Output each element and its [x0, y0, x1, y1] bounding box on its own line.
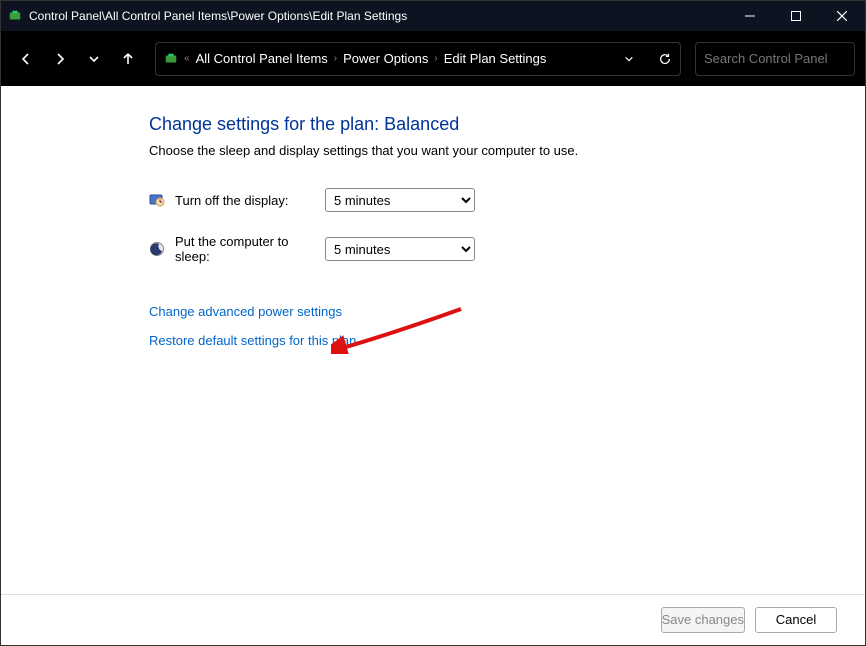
sleep-icon	[149, 241, 165, 257]
forward-button[interactable]	[45, 44, 75, 74]
search-box[interactable]	[695, 42, 855, 76]
sleep-label: Put the computer to sleep:	[175, 234, 325, 264]
window-title: Control Panel\All Control Panel Items\Po…	[25, 9, 727, 23]
page-heading: Change settings for the plan: Balanced	[149, 114, 865, 135]
cancel-button[interactable]: Cancel	[755, 607, 837, 633]
restore-defaults-link[interactable]: Restore default settings for this plan	[149, 333, 865, 348]
display-icon	[149, 192, 165, 208]
display-label: Turn off the display:	[175, 193, 325, 208]
close-button[interactable]	[819, 1, 865, 31]
chevron-left-icon: «	[184, 53, 190, 64]
display-timeout-select[interactable]: 5 minutes	[325, 188, 475, 212]
search-input[interactable]	[704, 51, 866, 66]
sleep-row: Put the computer to sleep: 5 minutes	[149, 234, 865, 264]
sleep-timeout-select[interactable]: 5 minutes	[325, 237, 475, 261]
refresh-button[interactable]	[658, 52, 672, 66]
save-button: Save changes	[661, 607, 745, 633]
up-button[interactable]	[113, 44, 143, 74]
recent-locations-button[interactable]	[79, 44, 109, 74]
advanced-settings-link[interactable]: Change advanced power settings	[149, 304, 865, 319]
titlebar: Control Panel\All Control Panel Items\Po…	[1, 1, 865, 31]
chevron-right-icon: ›	[334, 53, 337, 64]
breadcrumb-item[interactable]: All Control Panel Items	[196, 51, 328, 66]
address-icon	[164, 52, 178, 66]
maximize-button[interactable]	[773, 1, 819, 31]
toolbar: « All Control Panel Items › Power Option…	[1, 31, 865, 86]
content-area: Change settings for the plan: Balanced C…	[1, 86, 865, 594]
display-row: Turn off the display: 5 minutes	[149, 188, 865, 212]
page-description: Choose the sleep and display settings th…	[149, 143, 865, 158]
chevron-right-icon: ›	[434, 53, 437, 64]
dropdown-button[interactable]	[624, 54, 634, 64]
breadcrumb-item[interactable]: Power Options	[343, 51, 428, 66]
address-bar[interactable]: « All Control Panel Items › Power Option…	[155, 42, 681, 76]
footer: Save changes Cancel	[1, 594, 865, 644]
back-button[interactable]	[11, 44, 41, 74]
breadcrumb-item[interactable]: Edit Plan Settings	[444, 51, 547, 66]
minimize-button[interactable]	[727, 1, 773, 31]
app-icon	[5, 9, 25, 23]
